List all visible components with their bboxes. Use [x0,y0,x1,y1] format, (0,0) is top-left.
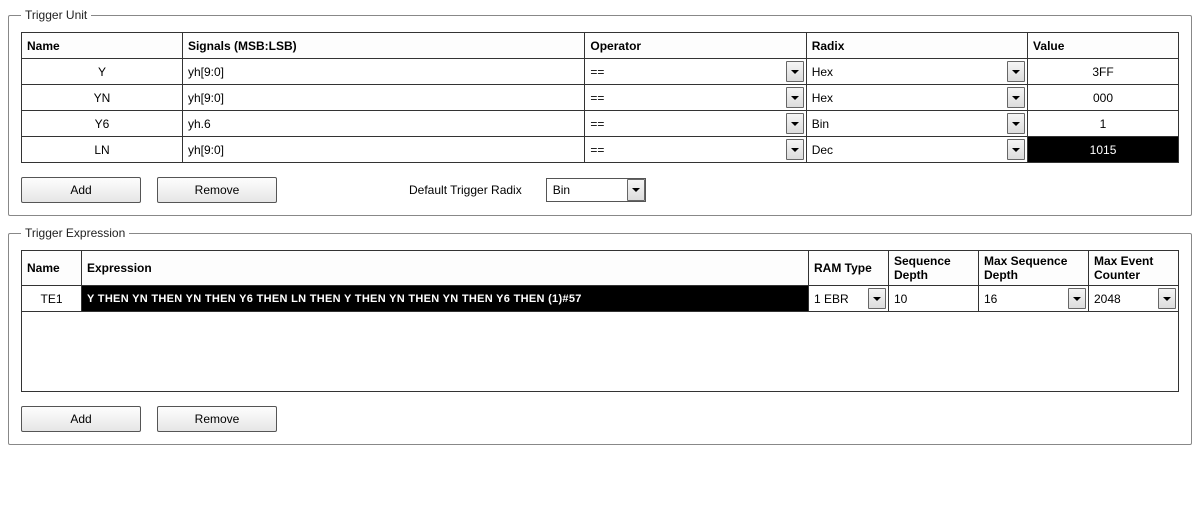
col-name: Name [22,33,183,59]
table-row: Y yh[9:0] == Hex 3FF [22,59,1179,85]
table-row: TE1 Y THEN YN THEN YN THEN Y6 THEN LN TH… [22,286,1179,312]
tu-value-cell[interactable]: 1015 [1028,137,1179,163]
chevron-down-icon[interactable] [786,113,804,134]
table-row: Y6 yh.6 == Bin 1 [22,111,1179,137]
tu-operator-value: == [590,91,604,105]
chevron-down-icon[interactable] [1158,288,1176,309]
te-max-event-counter-value: 2048 [1094,292,1121,306]
tu-operator-cell[interactable]: == [585,59,806,85]
chevron-down-icon[interactable] [1068,288,1086,309]
tu-radix-cell[interactable]: Bin [806,111,1027,137]
tu-radix-value: Bin [812,117,829,131]
tu-radix-cell[interactable]: Dec [806,137,1027,163]
default-trigger-radix-label: Default Trigger Radix [409,183,522,197]
trigger-unit-group: Trigger Unit Name Signals (MSB:LSB) Oper… [8,8,1192,216]
tu-signals-cell[interactable]: yh[9:0] [182,59,584,85]
default-trigger-radix-value: Bin [547,183,627,197]
te-seq-depth-cell[interactable]: 10 [889,286,979,312]
trigger-expression-table: Name Expression RAM Type Sequence Depth … [21,250,1179,392]
te-max-event-counter-cell[interactable]: 2048 [1089,286,1179,312]
tu-radix-cell[interactable]: Hex [806,85,1027,111]
te-name-cell[interactable]: TE1 [22,286,82,312]
table-row: LN yh[9:0] == Dec 1015 [22,137,1179,163]
default-trigger-radix-select[interactable]: Bin [546,178,646,202]
tu-operator-value: == [590,65,604,79]
tu-operator-cell[interactable]: == [585,85,806,111]
col-value: Value [1028,33,1179,59]
add-button[interactable]: Add [21,406,141,432]
chevron-down-icon[interactable] [1007,139,1025,160]
col-te-expr: Expression [82,251,809,286]
trigger-expression-header-row: Name Expression RAM Type Sequence Depth … [22,251,1179,286]
col-operator: Operator [585,33,806,59]
col-radix: Radix [806,33,1027,59]
tu-name-cell[interactable]: Y [22,59,183,85]
remove-button[interactable]: Remove [157,177,277,203]
tu-value-cell[interactable]: 1 [1028,111,1179,137]
chevron-down-icon[interactable] [1007,113,1025,134]
chevron-down-icon[interactable] [786,139,804,160]
col-te-seqd: Sequence Depth [889,251,979,286]
tu-radix-value: Hex [812,91,833,105]
tu-value-cell[interactable]: 3FF [1028,59,1179,85]
chevron-down-icon[interactable] [1007,87,1025,108]
trigger-expression-controls: Add Remove [21,406,1179,432]
tu-radix-cell[interactable]: Hex [806,59,1027,85]
te-expression-cell[interactable]: Y THEN YN THEN YN THEN Y6 THEN LN THEN Y… [82,286,809,312]
tu-operator-cell[interactable]: == [585,137,806,163]
chevron-down-icon[interactable] [627,179,645,201]
trigger-unit-legend: Trigger Unit [21,8,91,22]
trigger-expression-group: Trigger Expression Name Expression RAM T… [8,226,1192,445]
tu-signals-cell[interactable]: yh[9:0] [182,85,584,111]
te-max-seq-depth-cell[interactable]: 16 [979,286,1089,312]
table-empty-area [22,312,1179,392]
trigger-expression-legend: Trigger Expression [21,226,129,240]
tu-signals-cell[interactable]: yh.6 [182,111,584,137]
te-ram-type-cell[interactable]: 1 EBR [809,286,889,312]
tu-radix-value: Hex [812,65,833,79]
tu-radix-value: Dec [812,143,833,157]
remove-button[interactable]: Remove [157,406,277,432]
tu-operator-cell[interactable]: == [585,111,806,137]
tu-operator-value: == [590,117,604,131]
tu-signals-cell[interactable]: yh[9:0] [182,137,584,163]
tu-operator-value: == [590,143,604,157]
col-te-ram: RAM Type [809,251,889,286]
trigger-unit-header-row: Name Signals (MSB:LSB) Operator Radix Va… [22,33,1179,59]
chevron-down-icon[interactable] [786,87,804,108]
te-max-seq-depth-value: 16 [984,292,997,306]
trigger-unit-controls: Add Remove Default Trigger Radix Bin [21,177,1179,203]
tu-name-cell[interactable]: LN [22,137,183,163]
col-te-maxev: Max Event Counter [1089,251,1179,286]
col-signals: Signals (MSB:LSB) [182,33,584,59]
trigger-unit-table: Name Signals (MSB:LSB) Operator Radix Va… [21,32,1179,163]
te-ram-type-value: 1 EBR [814,292,849,306]
chevron-down-icon[interactable] [868,288,886,309]
add-button[interactable]: Add [21,177,141,203]
tu-name-cell[interactable]: YN [22,85,183,111]
chevron-down-icon[interactable] [786,61,804,82]
tu-value-cell[interactable]: 000 [1028,85,1179,111]
table-row: YN yh[9:0] == Hex 000 [22,85,1179,111]
tu-name-cell[interactable]: Y6 [22,111,183,137]
col-te-name: Name [22,251,82,286]
col-te-maxseqd: Max Sequence Depth [979,251,1089,286]
chevron-down-icon[interactable] [1007,61,1025,82]
